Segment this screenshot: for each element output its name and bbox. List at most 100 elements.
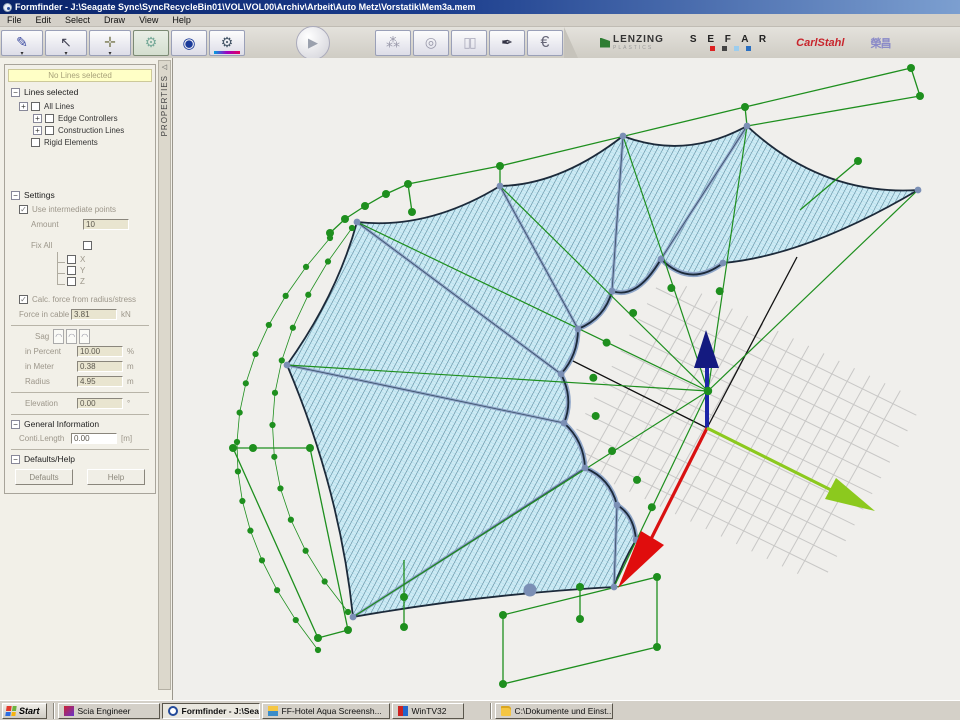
checkbox-fix-y[interactable] (67, 266, 76, 275)
tree-item-construction-lines[interactable]: + Construction Lines (33, 124, 155, 136)
sag-arc-button[interactable]: ◠ (79, 329, 90, 344)
checkbox-rigid-elements[interactable] (31, 138, 40, 147)
tree-item-all-lines[interactable]: + All Lines (19, 100, 155, 112)
sefar-dot-blue (746, 46, 751, 51)
collapse-icon[interactable]: − (11, 455, 20, 464)
rainbow-bar (214, 51, 240, 54)
euro-button[interactable]: € (527, 30, 563, 56)
expand-icon[interactable]: + (19, 102, 28, 111)
task-scia-engineer[interactable]: Scia Engineer (58, 703, 160, 719)
sponsor-logos: LENZINGPLASTICS S E F A R CarlStahl 榮昌 (600, 34, 890, 51)
percent-field[interactable] (77, 346, 123, 357)
checkbox-intermediate-points[interactable]: ✓ (19, 205, 28, 214)
menu-file[interactable]: File (0, 15, 29, 25)
properties-tab-strip[interactable]: ◁ PROPERTIES (158, 60, 171, 690)
sag-arc-button[interactable]: ◠ (66, 329, 77, 344)
lenzing-logo: LENZINGPLASTICS (600, 34, 664, 51)
chevron-down-icon[interactable]: ▾ (108, 52, 111, 56)
play-button[interactable]: ▶ (296, 26, 330, 60)
sag-arc-button[interactable]: ◠ (53, 329, 64, 344)
title-bar[interactable]: Formfinder - J:\Seagate Sync\SyncRecycle… (0, 0, 960, 14)
task-ff-hotel[interactable]: FF-Hotel Aqua Screensh... (262, 703, 390, 719)
force-label: Force in cable (19, 310, 71, 319)
vitruvian-man-icon: ◉ (182, 34, 195, 52)
menu-edit[interactable]: Edit (29, 15, 59, 25)
checkbox-all-lines[interactable] (31, 102, 40, 111)
pan-hand-button[interactable]: ✛▾ (89, 30, 131, 56)
render-settings-button[interactable]: ⚙ (209, 30, 245, 56)
app-icon (3, 3, 12, 12)
euro-icon: € (541, 34, 550, 52)
fix-all-label: Fix All (31, 241, 83, 250)
stylized-logo: 榮昌 (870, 35, 890, 51)
vitruvian-man-button[interactable]: ◉ (171, 30, 207, 56)
expand-icon[interactable]: + (33, 114, 42, 123)
draw-pencil-button[interactable]: ✎▾ (1, 30, 43, 56)
expand-icon[interactable]: + (33, 126, 42, 135)
collapse-icon[interactable]: − (11, 191, 20, 200)
formfinding-button[interactable]: ⚙ (133, 30, 169, 56)
viewport-3d-scene (173, 58, 960, 700)
conti-length-label: Conti.Length (19, 434, 71, 443)
molecule-button[interactable]: ⁂ (375, 30, 411, 56)
camera-button[interactable]: ◎ (413, 30, 449, 56)
cable-hub-node (704, 387, 712, 395)
hand-icon: ✛ (104, 34, 116, 51)
spools-icon: ▯▯ (463, 34, 474, 51)
radius-field[interactable] (77, 376, 123, 387)
checkbox-fix-z[interactable] (67, 277, 76, 286)
collapse-panel-icon[interactable]: ◁ (162, 63, 167, 71)
sefar-dot-red (710, 46, 715, 51)
cursor-icon: ↖ (60, 34, 72, 51)
start-button[interactable]: Start (2, 703, 47, 719)
gear-icon: ⚙ (221, 34, 234, 51)
section-lines-selected: − Lines selected (11, 87, 155, 97)
amount-label: Amount (31, 220, 83, 229)
meter-field[interactable] (77, 361, 123, 372)
pen-button[interactable]: ✒ (489, 30, 525, 56)
amount-field[interactable] (83, 219, 129, 230)
tree-item-edge-controllers[interactable]: + Edge Controllers (33, 112, 155, 124)
checkbox-fix-x[interactable] (67, 255, 76, 264)
elevation-field[interactable] (77, 398, 123, 409)
pen-icon: ✒ (501, 34, 513, 51)
menu-help[interactable]: Help (165, 15, 198, 25)
percent-label: in Percent (25, 347, 77, 356)
menu-view[interactable]: View (132, 15, 165, 25)
menu-bar: File Edit Select Draw View Help (0, 14, 960, 27)
taskbar-divider (490, 703, 492, 719)
viewport-3d-canvas[interactable] (173, 58, 960, 700)
menu-draw[interactable]: Draw (97, 15, 132, 25)
force-field[interactable] (71, 309, 117, 320)
help-button[interactable]: Help (87, 469, 145, 485)
chevron-down-icon[interactable]: ▾ (20, 52, 23, 56)
defaults-button[interactable]: Defaults (15, 469, 73, 485)
x-axis-arrow (618, 428, 707, 588)
sefar-logo: S E F A R (690, 34, 770, 51)
toolbar-edge (564, 27, 578, 58)
task-dokumente-folder[interactable]: C:\Dokumente und Einst... (495, 703, 613, 719)
wintv-icon (398, 706, 408, 716)
tree-item-rigid-elements[interactable]: Rigid Elements (31, 136, 155, 148)
chevron-down-icon[interactable]: ▾ (64, 52, 67, 56)
intermediate-points-label: Use intermediate points (32, 205, 116, 214)
collapse-icon[interactable]: − (11, 420, 20, 429)
checkbox-edge-controllers[interactable] (45, 114, 54, 123)
checkbox-construction-lines[interactable] (45, 126, 54, 135)
task-formfinder[interactable]: Formfinder - J:\Seaga... (162, 703, 260, 719)
task-wintv32[interactable]: WinTV32 (392, 703, 464, 719)
toolbar: ✎▾ ↖▾ ✛▾ ⚙ ◉ ⚙ ▶ ⁂ ◎ ▯▯ (0, 27, 960, 58)
sefar-dot-black (722, 46, 727, 51)
spools-button[interactable]: ▯▯ (451, 30, 487, 56)
sag-label: Sag (35, 332, 49, 341)
collapse-icon[interactable]: − (11, 88, 20, 97)
checkbox-fix-all[interactable] (83, 241, 92, 250)
camera-icon: ◎ (425, 34, 437, 51)
formfinder-icon (168, 706, 178, 716)
select-cursor-button[interactable]: ↖▾ (45, 30, 87, 56)
menu-select[interactable]: Select (58, 15, 97, 25)
lenzing-icon (600, 38, 610, 48)
checkbox-calc-force[interactable]: ✓ (19, 295, 28, 304)
conti-length-field[interactable] (71, 433, 117, 444)
window-title: Formfinder - J:\Seagate Sync\SyncRecycle… (15, 2, 475, 12)
